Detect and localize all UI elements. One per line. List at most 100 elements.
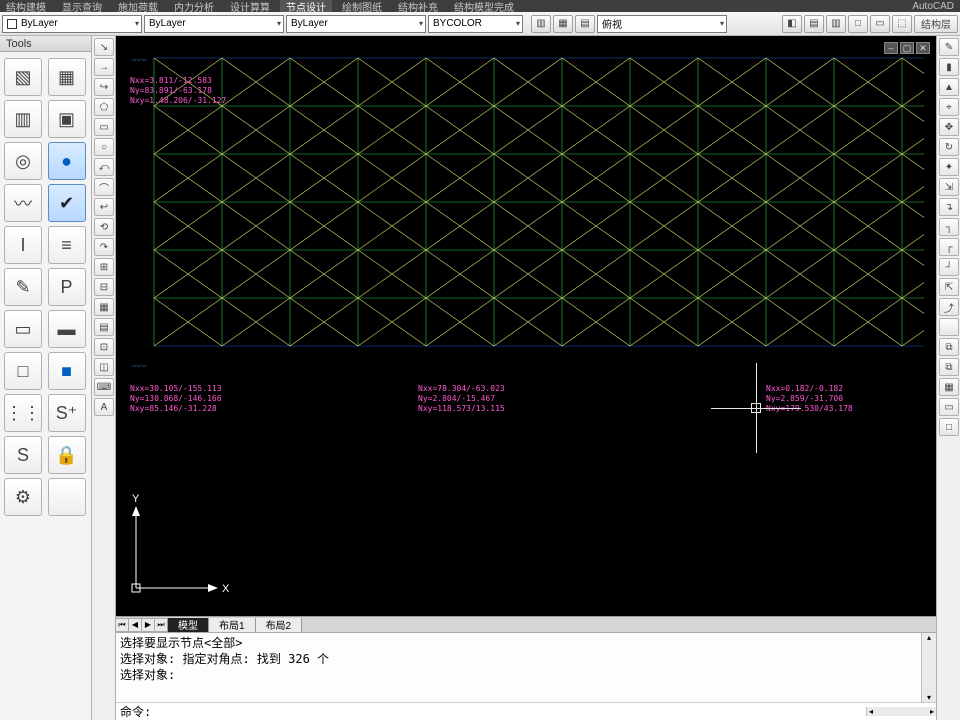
menu-item[interactable]: 节点设计: [280, 0, 332, 12]
draw-btn-7[interactable]: ⌒: [94, 178, 114, 196]
color-combo[interactable]: BYCOLOR: [428, 15, 523, 33]
stripes-tool[interactable]: ≡: [48, 226, 86, 264]
menu-item[interactable]: 结构模型完成: [448, 0, 520, 12]
toolbar-mid-btn-1[interactable]: ▦: [553, 15, 573, 33]
square-open-tool[interactable]: □: [4, 352, 42, 390]
linetype-combo[interactable]: ByLayer: [286, 15, 426, 33]
rect-shaded-tool[interactable]: ▬: [48, 310, 86, 348]
rect-open-tool[interactable]: ▭: [4, 310, 42, 348]
draw-btn-15[interactable]: ⊡: [94, 338, 114, 356]
modify-btn-1[interactable]: ▮: [939, 58, 959, 76]
modify-btn-19[interactable]: □: [939, 418, 959, 436]
menu-item[interactable]: 设计算算: [224, 0, 276, 12]
toolbar-right-btn-5[interactable]: ⬚: [892, 15, 912, 33]
cmd-history-line: 选择对象:: [120, 667, 917, 683]
menu-item[interactable]: 施加荷载: [112, 0, 164, 12]
toolbar-right-btn-2[interactable]: ▥: [826, 15, 846, 33]
modify-btn-5[interactable]: ↻: [939, 138, 959, 156]
layout-tab[interactable]: 布局1: [208, 618, 256, 632]
cmd-hscrollbar[interactable]: ◂▸: [866, 707, 936, 716]
pencil-tool[interactable]: ✎: [4, 268, 42, 306]
modify-btn-3[interactable]: ⌖: [939, 98, 959, 116]
modify-btn-17[interactable]: ▦: [939, 378, 959, 396]
cube-small-tool[interactable]: ▥: [4, 100, 42, 138]
modify-btn-9[interactable]: ┐: [939, 218, 959, 236]
gear-tool[interactable]: ⚙: [4, 478, 42, 516]
modify-btn-7[interactable]: ⇲: [939, 178, 959, 196]
draw-btn-11[interactable]: ⊞: [94, 258, 114, 276]
draw-btn-16[interactable]: ◫: [94, 358, 114, 376]
draw-btn-3[interactable]: ⬠: [94, 98, 114, 116]
menu-item[interactable]: 结构建模: [0, 0, 52, 12]
check-black-tool[interactable]: ✔: [48, 184, 86, 222]
layout-tab[interactable]: 模型: [167, 618, 209, 632]
modify-btn-11[interactable]: ┘: [939, 258, 959, 276]
text-i-tool[interactable]: I: [4, 226, 42, 264]
cube-iso-tool[interactable]: ▧: [4, 58, 42, 96]
cube-shaded-tool[interactable]: ▦: [48, 58, 86, 96]
layout-tab[interactable]: 布局2: [255, 618, 303, 632]
draw-btn-1[interactable]: →: [94, 58, 114, 76]
modify-btn-10[interactable]: ┌: [939, 238, 959, 256]
toolbar-mid-btn-2[interactable]: ▤: [575, 15, 595, 33]
draw-btn-9[interactable]: ⟲: [94, 218, 114, 236]
tab-nav-btn[interactable]: ⏮: [115, 618, 129, 632]
modify-btn-2[interactable]: ▲: [939, 78, 959, 96]
toolbar-right-btn-3[interactable]: □: [848, 15, 868, 33]
menu-item[interactable]: 显示查询: [56, 0, 108, 12]
draw-btn-2[interactable]: ↪: [94, 78, 114, 96]
struct-layer-toggle[interactable]: 结构层: [914, 15, 958, 33]
draw-btn-4[interactable]: ▭: [94, 118, 114, 136]
draw-btn-8[interactable]: ↩: [94, 198, 114, 216]
modify-btn-12[interactable]: ⇱: [939, 278, 959, 296]
top-menu-bar[interactable]: 结构建模显示查询施加荷载内力分析设计算算节点设计绘制图纸结构补充结构模型完成Au…: [0, 0, 960, 12]
dotted-tool[interactable]: ⋮⋮: [4, 394, 42, 432]
modify-btn-15[interactable]: ⧉: [939, 338, 959, 356]
toolbar-mid-btn-0[interactable]: ▥: [531, 15, 551, 33]
menu-item[interactable]: 结构补充: [392, 0, 444, 12]
modify-btn-0[interactable]: ✎: [939, 38, 959, 56]
modify-btn-18[interactable]: ▭: [939, 398, 959, 416]
sphere-blue-tool[interactable]: ●: [48, 142, 86, 180]
modify-btn-16[interactable]: ⧉: [939, 358, 959, 376]
command-prompt: 命令:: [116, 703, 155, 720]
drawing-canvas[interactable]: – ▢ ✕ ⌵⌵⌵ ⌵⌵⌵ Nxx=3.811/-12.583 Ny=83.89…: [116, 36, 936, 616]
draw-btn-12[interactable]: ⊟: [94, 278, 114, 296]
square-blue-tool[interactable]: ■: [48, 352, 86, 390]
cmd-scrollbar[interactable]: ▴▾: [921, 633, 936, 702]
modify-btn-13[interactable]: ⤴: [939, 298, 959, 316]
draw-btn-18[interactable]: A: [94, 398, 114, 416]
modify-btn-4[interactable]: ✥: [939, 118, 959, 136]
tab-nav-btn[interactable]: ⏭: [154, 618, 168, 632]
curve-tool[interactable]: 〰: [4, 184, 42, 222]
s-bold-tool[interactable]: S: [4, 436, 42, 474]
toolbar-right-btn-0[interactable]: ◧: [782, 15, 802, 33]
draw-btn-17[interactable]: ⌨: [94, 378, 114, 396]
p-bold-tool[interactable]: P: [48, 268, 86, 306]
modify-btn-8[interactable]: ↴: [939, 198, 959, 216]
layer-combo-2-value: ByLayer: [149, 18, 186, 29]
draw-btn-10[interactable]: ↷: [94, 238, 114, 256]
torus-tool[interactable]: ◎: [4, 142, 42, 180]
lock-tool[interactable]: 🔒: [48, 436, 86, 474]
toolbar-right-btn-1[interactable]: ▤: [804, 15, 824, 33]
draw-btn-13[interactable]: ▦: [94, 298, 114, 316]
menu-item[interactable]: 绘制图纸: [336, 0, 388, 12]
tab-nav-btn[interactable]: ▶: [141, 618, 155, 632]
draw-btn-0[interactable]: ↘: [94, 38, 114, 56]
modify-btn-14[interactable]: [939, 318, 959, 336]
tab-nav-btn[interactable]: ◀: [128, 618, 142, 632]
layer-combo-2[interactable]: ByLayer: [144, 15, 284, 33]
view-combo[interactable]: 俯视: [597, 15, 727, 33]
modify-btn-6[interactable]: ✦: [939, 158, 959, 176]
draw-btn-5[interactable]: ○: [94, 138, 114, 156]
layer-combo[interactable]: ByLayer: [2, 15, 142, 33]
modify-toolbar: ✎ ▮ ▲ ⌖ ✥ ↻ ✦ ⇲ ↴ ┐ ┌ ┘ ⇱ ⤴ ⧉ ⧉ ▦ ▭ □: [936, 36, 960, 720]
toolbar-right-btn-4[interactable]: ▭: [870, 15, 890, 33]
menu-item[interactable]: 内力分析: [168, 0, 220, 12]
draw-btn-14[interactable]: ▤: [94, 318, 114, 336]
cube-open-tool[interactable]: ▣: [48, 100, 86, 138]
command-line[interactable]: 命令: ◂▸: [116, 702, 936, 720]
s-plus-tool[interactable]: S⁺: [48, 394, 86, 432]
draw-btn-6[interactable]: ⤺: [94, 158, 114, 176]
